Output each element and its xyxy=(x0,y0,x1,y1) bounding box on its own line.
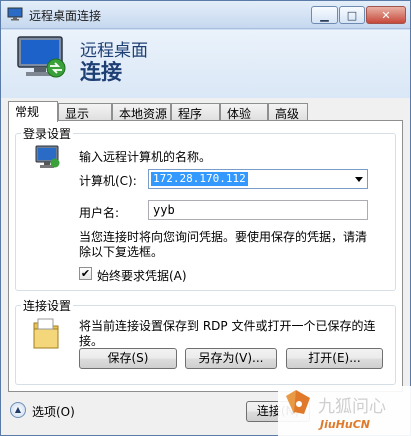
connection-info-line1: 将当前连接设置保存到 RDP 文件或打开一个已保存的连 xyxy=(79,319,376,333)
username-value: yyb xyxy=(153,203,175,217)
tab-advanced[interactable]: 高级 xyxy=(268,103,308,121)
remote-desktop-icon xyxy=(7,7,23,21)
close-button[interactable]: ✕ xyxy=(366,6,406,24)
close-icon: ✕ xyxy=(381,8,391,22)
connection-info-line2: 接。 xyxy=(79,334,104,348)
maximize-icon: □ xyxy=(346,8,358,22)
login-settings-title: 登录设置 xyxy=(21,125,74,142)
tab-panel-general: 登录设置 输入远程计算机的名称。 计算机(C): 172.28.170.112 … xyxy=(8,120,403,392)
tab-general[interactable]: 常规 xyxy=(8,101,58,122)
site-watermark-logo: 九狐问心 JiuHuCN xyxy=(278,386,411,436)
chevron-down-icon[interactable] xyxy=(355,177,363,182)
checkmark-icon: ✔ xyxy=(80,267,91,280)
tab-display[interactable]: 显示 xyxy=(58,103,112,121)
username-field[interactable]: yyb xyxy=(148,200,368,220)
username-label: 用户名: xyxy=(79,206,120,220)
options-label[interactable]: 选项(O) xyxy=(32,403,75,420)
credentials-info-line2: 除以下复选框。 xyxy=(79,245,164,259)
computer-label: 计算机(C): xyxy=(79,174,137,188)
banner-line2: 连接 xyxy=(80,60,122,84)
window-title: 远程桌面连接 xyxy=(29,9,102,23)
tab-experience[interactable]: 体验 xyxy=(220,103,268,121)
computer-value: 172.28.170.112 xyxy=(151,172,248,186)
minimize-button[interactable]: ▁ xyxy=(311,6,338,24)
watermark-text: 九狐问心 xyxy=(318,397,386,417)
maximize-button[interactable]: □ xyxy=(339,6,365,24)
chevron-up-icon[interactable]: ▲ xyxy=(10,402,26,418)
always-ask-credentials-label[interactable]: 始终要求凭据(A) xyxy=(97,267,187,284)
watermark-sub: JiuHuCN xyxy=(318,418,370,431)
login-prompt: 输入远程计算机的名称。 xyxy=(79,150,212,164)
minimize-icon: ▁ xyxy=(320,8,329,22)
always-ask-credentials-checkbox[interactable]: ✔ xyxy=(79,267,92,280)
connection-settings-title: 连接设置 xyxy=(21,297,74,314)
computer-combobox[interactable]: 172.28.170.112 xyxy=(148,169,368,189)
open-button[interactable]: 打开(E)... xyxy=(286,348,383,369)
folder-icon xyxy=(33,318,59,349)
save-as-button[interactable]: 另存为(V)... xyxy=(185,348,277,369)
save-button[interactable]: 保存(S) xyxy=(79,348,177,369)
tab-local-resources[interactable]: 本地资源 xyxy=(112,103,171,121)
title-bar[interactable]: 远程桌面连接 ▁ □ ✕ xyxy=(1,1,410,29)
tab-programs[interactable]: 程序 xyxy=(171,103,220,121)
remote-desktop-monitor-icon xyxy=(17,36,66,78)
computer-icon xyxy=(35,145,60,168)
